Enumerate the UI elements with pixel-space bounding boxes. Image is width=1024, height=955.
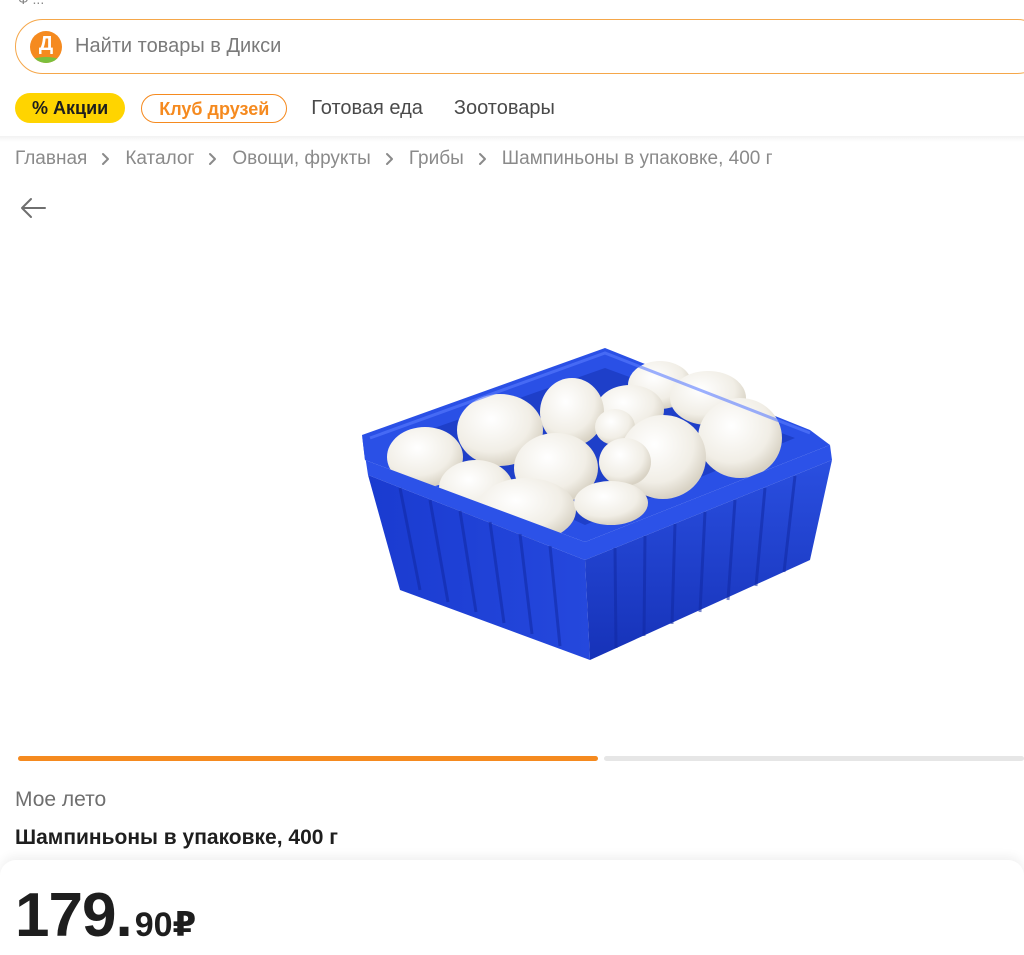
nav-link-ready-food[interactable]: Готовая еда: [311, 97, 423, 120]
product-title: Шампиньоны в упаковке, 400 г: [15, 826, 339, 849]
chevron-right-icon: [385, 152, 395, 166]
currency-symbol: ₽: [172, 906, 197, 944]
back-arrow-icon[interactable]: [18, 195, 48, 221]
breadcrumb-mushrooms[interactable]: Грибы: [409, 148, 464, 170]
breadcrumb-catalog[interactable]: Каталог: [125, 148, 194, 170]
breadcrumb-vegetables-fruits[interactable]: Овощи, фрукты: [232, 148, 370, 170]
product-price: 179 . 90 ₽: [15, 880, 196, 951]
product-image[interactable]: [340, 270, 860, 750]
dixy-logo-icon[interactable]: Д: [30, 30, 62, 63]
chevron-right-icon: [208, 152, 218, 166]
breadcrumb: Главная Каталог Овощи, фрукты Грибы Шамп…: [15, 148, 773, 170]
promo-chip[interactable]: % Акции: [15, 93, 126, 123]
product-brand[interactable]: Мое лето: [15, 788, 106, 812]
header-divider: [0, 136, 1024, 142]
nav-link-pet-goods[interactable]: Зоотовары: [454, 97, 555, 120]
price-integer: 179: [15, 881, 116, 950]
gallery-progress-track[interactable]: [604, 756, 1024, 761]
search-input[interactable]: [75, 35, 775, 58]
category-nav: % Акции Клуб друзей Готовая еда Зоотовар…: [15, 92, 555, 124]
gallery-progress-fill: [18, 756, 598, 761]
product-page: Ф ... Д % Акции Клуб друзей Готовая еда …: [0, 0, 1024, 955]
chevron-right-icon: [478, 152, 488, 166]
scrolled-off-content: Ф ...: [0, 0, 1024, 8]
logo-letter: Д: [38, 32, 54, 55]
chevron-right-icon: [101, 152, 111, 166]
friends-club-chip[interactable]: Клуб друзей: [141, 93, 288, 123]
search-bar[interactable]: Д: [15, 19, 1024, 74]
breadcrumb-current: Шампиньоны в упаковке, 400 г: [501, 148, 773, 169]
price-separator: .: [115, 881, 133, 950]
breadcrumb-home[interactable]: Главная: [15, 148, 87, 170]
price-fraction: 90: [134, 906, 173, 944]
